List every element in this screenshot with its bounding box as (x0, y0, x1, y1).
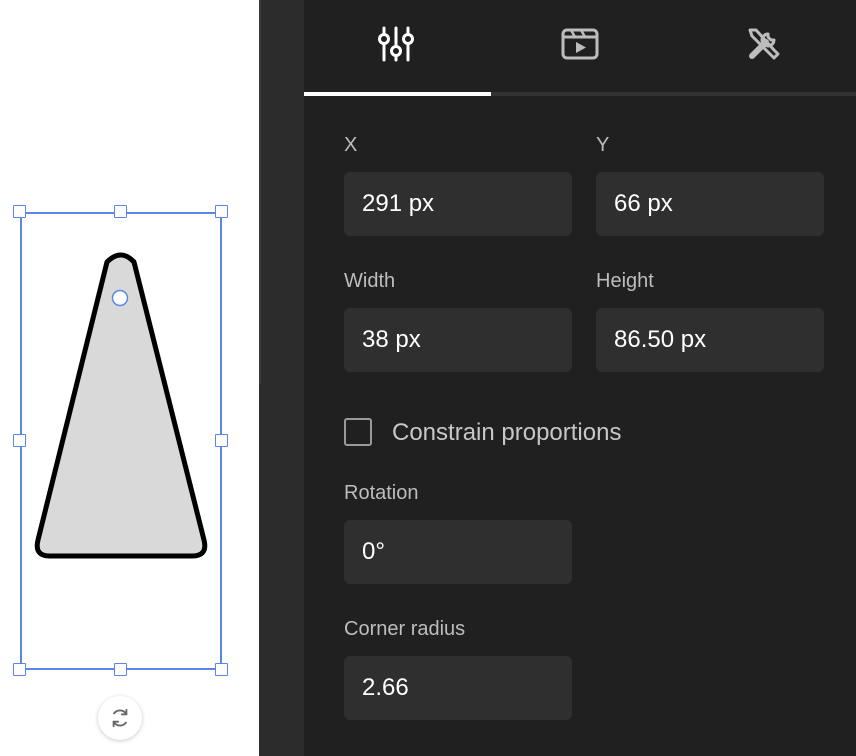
sliders-icon (378, 26, 414, 62)
tab-track (491, 92, 856, 96)
corner-radius-input[interactable]: 2.66 (344, 656, 572, 720)
height-label: Height (596, 270, 654, 292)
tab-tools[interactable] (672, 0, 856, 96)
rotation-label: Rotation (344, 482, 419, 504)
y-input[interactable]: 66 px (596, 172, 824, 236)
properties-panel: X 291 px Y 66 px Width 38 px Height 86.5… (304, 0, 856, 756)
active-tab-indicator (304, 92, 491, 96)
tools-icon (748, 28, 780, 60)
x-label: X (344, 134, 358, 156)
width-label: Width (344, 270, 396, 292)
resize-handle-top[interactable] (114, 205, 127, 218)
resize-handle-bottom-right[interactable] (215, 663, 228, 676)
width-input[interactable]: 38 px (344, 308, 572, 372)
rotation-input[interactable]: 0° (344, 520, 572, 584)
tab-design[interactable] (304, 0, 488, 96)
resize-handle-bottom[interactable] (114, 663, 127, 676)
x-input[interactable]: 291 px (344, 172, 572, 236)
resize-handle-left[interactable] (13, 434, 26, 447)
resize-handle-right[interactable] (215, 434, 228, 447)
constrain-proportions-checkbox[interactable] (344, 418, 372, 446)
resize-handle-bottom-left[interactable] (13, 663, 26, 676)
tab-animation[interactable] (488, 0, 672, 96)
rotate-icon (112, 708, 128, 728)
resize-handle-top-right[interactable] (215, 205, 228, 218)
corner-radius-label: Corner radius (344, 618, 466, 640)
height-input[interactable]: 86.50 px (596, 308, 824, 372)
selection-box[interactable] (20, 212, 222, 670)
resize-handle-top-left[interactable] (13, 205, 26, 218)
video-clapper-icon (561, 28, 599, 60)
rotate-button[interactable] (98, 696, 142, 740)
y-label: Y (596, 134, 610, 156)
canvas[interactable] (0, 0, 259, 756)
panel-divider (259, 0, 261, 384)
panel-tabs (304, 0, 856, 96)
constrain-proportions-label[interactable]: Constrain proportions (392, 418, 621, 448)
panel-gutter (259, 0, 304, 756)
